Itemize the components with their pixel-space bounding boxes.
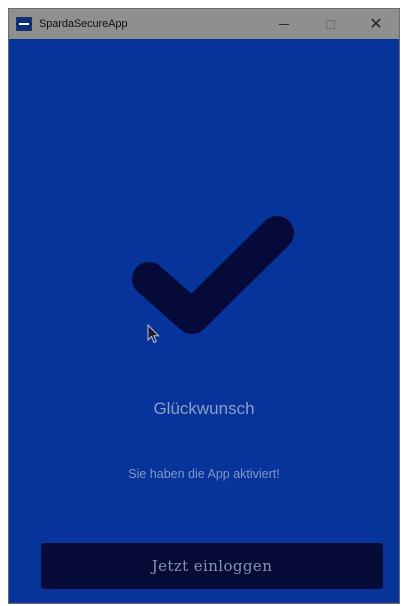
app-window: SpardaSecureApp ✕ Glückwunsch Sie haben … bbox=[8, 8, 400, 604]
close-icon: ✕ bbox=[369, 14, 383, 33]
maximize-button[interactable] bbox=[307, 9, 353, 39]
title-bar[interactable]: SpardaSecureApp ✕ bbox=[9, 9, 399, 39]
window-controls: ✕ bbox=[261, 9, 399, 39]
close-button[interactable]: ✕ bbox=[353, 9, 399, 39]
maximize-icon bbox=[325, 19, 335, 29]
window-title: SpardaSecureApp bbox=[39, 18, 128, 30]
login-button[interactable]: Jetzt einloggen bbox=[41, 543, 383, 589]
main-content: Glückwunsch Sie haben die App aktiviert!… bbox=[9, 39, 399, 603]
activation-message: Sie haben die App aktiviert! bbox=[128, 467, 280, 481]
minimize-button[interactable] bbox=[261, 9, 307, 39]
minimize-icon bbox=[279, 23, 289, 25]
app-icon bbox=[16, 17, 32, 31]
success-headline: Glückwunsch bbox=[153, 399, 255, 418]
mouse-cursor-icon bbox=[147, 324, 160, 344]
